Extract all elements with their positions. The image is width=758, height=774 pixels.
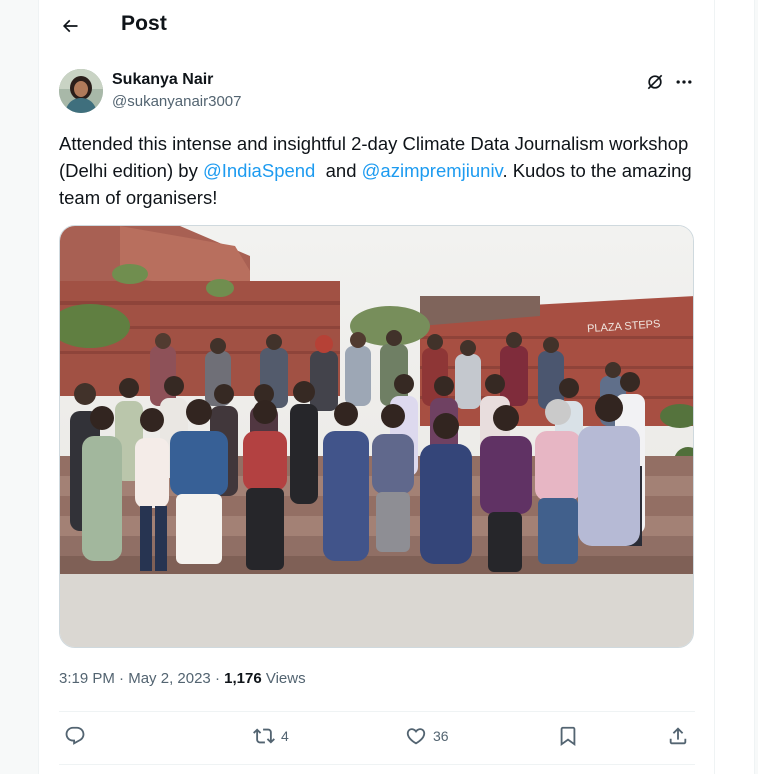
like-button[interactable]: 36 (405, 725, 449, 747)
mention-link[interactable]: @azimpremjiuniv (362, 160, 503, 181)
back-button[interactable] (54, 10, 86, 42)
more-options-button[interactable] (672, 70, 696, 94)
bookmark-icon (560, 726, 576, 747)
heart-icon (406, 728, 426, 745)
views-label: Views (261, 670, 306, 687)
right-sidebar-strip (714, 0, 758, 774)
post-metadata: 3:19 PM · May 2, 2023 · 1,176 Views (59, 670, 306, 687)
repost-icon (253, 728, 275, 744)
avatar[interactable] (59, 69, 103, 113)
page-title: Post (121, 12, 167, 35)
divider (59, 764, 695, 765)
meta-separator: · (210, 670, 225, 687)
author-name[interactable]: Sukanya Nair (112, 71, 213, 89)
meta-separator: · (114, 670, 129, 687)
post-column: Post Sukanya Nair @sukanyanair3007 Atten… (40, 0, 714, 774)
tweet-text: Attended this intense and insightful 2-d… (59, 130, 699, 211)
reply-icon (65, 726, 85, 745)
left-sidebar-strip (0, 0, 39, 774)
author-handle[interactable]: @sukanyanair3007 (112, 93, 241, 110)
share-icon (669, 727, 687, 745)
tweet-photo[interactable]: PLAZA STEPS (59, 225, 694, 648)
arrow-left-icon (62, 19, 78, 33)
share-button[interactable] (667, 725, 689, 747)
bookmark-button[interactable] (557, 725, 579, 747)
repost-count: 4 (281, 728, 289, 744)
repost-button[interactable]: 4 (253, 725, 289, 747)
action-bar: 4 36 (59, 712, 695, 764)
post-time[interactable]: 3:19 PM (59, 670, 115, 687)
post-date[interactable]: May 2, 2023 (128, 670, 211, 687)
post-header: Post (40, 0, 714, 52)
reply-button[interactable] (64, 725, 86, 747)
grok-icon (647, 74, 663, 90)
more-dots-icon (676, 80, 692, 84)
mention-link[interactable]: @IndiaSpend (203, 160, 315, 181)
grok-button[interactable] (643, 70, 667, 94)
like-count: 36 (433, 728, 449, 744)
views-count: 1,176 (224, 670, 262, 687)
tweet-text-part: and (315, 160, 362, 181)
